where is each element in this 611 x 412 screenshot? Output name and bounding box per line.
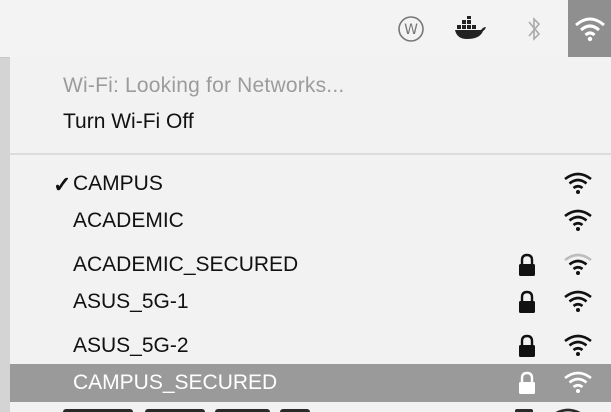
- network-name: ACADEMIC_SECURED: [73, 253, 299, 276]
- bluetooth-icon[interactable]: [514, 0, 554, 57]
- wifi-signal-icon: [563, 252, 593, 281]
- network-name: ACADEMIC: [73, 209, 184, 232]
- docker-icon[interactable]: [448, 0, 496, 57]
- network-item-academic-secured[interactable]: ACADEMIC_SECURED: [10, 247, 611, 283]
- network-name: CAMPUS: [73, 172, 163, 195]
- wifi-icon[interactable]: [568, 0, 611, 57]
- network-item-asus-5g-1[interactable]: ASUS_5G-1: [10, 284, 611, 320]
- network-name: ASUS_5G-2: [73, 334, 189, 357]
- network-name: ASUS_5G-1: [73, 290, 189, 313]
- network-item-campus-secured[interactable]: CAMPUS_SECURED: [10, 364, 611, 402]
- network-item-partial: [10, 402, 611, 412]
- svg-text:W: W: [404, 22, 418, 38]
- checkmark-icon: ✓: [53, 172, 72, 197]
- lock-icon: [518, 334, 536, 363]
- wifi-signal-icon: [563, 333, 593, 362]
- lock-icon: [518, 290, 536, 319]
- wifi-signal-icon: [563, 289, 593, 318]
- lock-icon: [518, 371, 536, 400]
- turn-wifi-off-item[interactable]: Turn Wi-Fi Off: [63, 110, 194, 134]
- menu-bar: W: [0, 0, 611, 58]
- wifi-status: Wi-Fi: Looking for Networks...: [63, 74, 345, 97]
- w-circle-icon[interactable]: W: [389, 0, 433, 57]
- wifi-signal-icon: [563, 370, 593, 399]
- menu-separator: [10, 153, 611, 155]
- lock-icon: [518, 253, 536, 282]
- network-item-campus[interactable]: ✓ CAMPUS: [10, 166, 611, 202]
- wifi-signal-icon: [563, 171, 593, 200]
- wifi-signal-icon: [563, 208, 593, 237]
- network-item-asus-5g-2[interactable]: ASUS_5G-2: [10, 328, 611, 364]
- network-name: CAMPUS_SECURED: [73, 371, 278, 394]
- network-item-academic[interactable]: ACADEMIC: [10, 203, 611, 239]
